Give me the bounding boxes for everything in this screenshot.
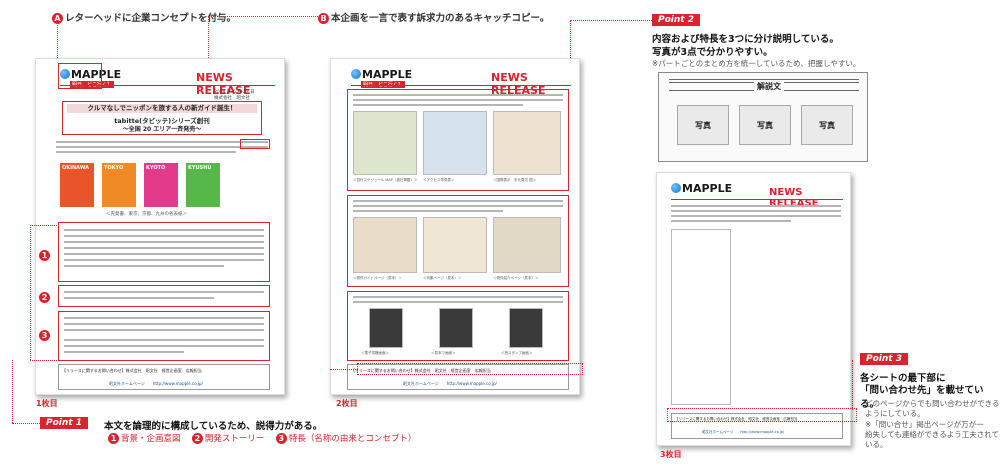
diagram-photo-3: 写真: [801, 105, 853, 145]
section-marker-3: 3: [39, 330, 50, 341]
section-marker-2: 2: [39, 292, 50, 303]
screenshot-map-3: [493, 111, 561, 175]
point1-tag: Point 1: [40, 417, 88, 429]
screenshot-map-2: [423, 111, 487, 175]
phone-screen-3: [509, 308, 543, 348]
globe-icon: [351, 69, 361, 79]
phone-screen-2: [439, 308, 473, 348]
sheet-2: MAPPLE 明日、どこ行く？ NEWS RELEASE ＜週行スケジュール M…: [330, 58, 580, 395]
point3-note5: いる。: [865, 440, 888, 449]
phone-screen-1: [369, 308, 403, 348]
book-cover-kyoto: KYOTO: [144, 163, 178, 207]
contact-footer: 【リリースに関するお問い合わせ】株式会社 昭文社 経営企画室 広報担当 昭文社ホ…: [58, 364, 270, 390]
book-cover-kyushu: KYUSHU: [186, 163, 220, 207]
point1-items: 1 背景・企画意図 2 開発ストーリー 3 特長（名称の由来とコンセプト）: [108, 432, 416, 444]
section-2-box: [58, 285, 270, 307]
section-marker-1: 1: [39, 250, 50, 261]
book-cover-tokyo: TOKYO: [102, 163, 136, 207]
point2-note: ※パートごとのまとめ方を統一しているため、把握しやすい。: [652, 59, 861, 68]
globe-icon: [671, 183, 681, 193]
footer-highlight-2: [357, 363, 583, 375]
screenshot-page-2: [423, 217, 487, 273]
book-cover-okinawa: OKINAWA: [60, 163, 94, 207]
point2-line2: 写真が3点で分かりやすい。: [652, 47, 773, 58]
headline-box: クルマなしでニッポンを旅する人の新ガイド誕生！ tabitte(タビッテ)シリー…: [62, 101, 262, 135]
sheet-3-label: 3枚目: [660, 450, 682, 459]
callout-b: B 本企画を一言で表す訴求力のあるキャッチコピー。: [318, 10, 549, 24]
sheet-2-label: 2枚目: [336, 399, 358, 408]
diagram-photo-2: 写真: [739, 105, 791, 145]
sheet-1-label: 1枚目: [36, 399, 58, 408]
point1-text: 本文を論理的に構成しているため、説得力がある。: [104, 421, 323, 432]
diagram-caption: 解説文: [754, 81, 784, 92]
point3-tag: Point 3: [860, 353, 908, 365]
screenshot-map-1: [353, 111, 417, 175]
screenshot-page-1: [353, 217, 417, 273]
sheet-3: MAPPLE NEWS RELEASE 【リリースに関するお問い合わせ】株式会社…: [656, 172, 851, 446]
mapple-logo-2: MAPPLE: [351, 68, 412, 81]
callout-a-box: [58, 63, 102, 89]
diagram-photo-1: 写真: [677, 105, 729, 145]
product-table: [671, 229, 731, 405]
section-1-box: [58, 222, 270, 282]
sheet-1: MAPPLE 明日、どこ行く？ NEWS RELEASE 2014 年 6 月 …: [35, 58, 285, 395]
mapple-logo-3: MAPPLE: [671, 182, 732, 195]
point3-note2: ようにしている。: [865, 409, 925, 418]
point2-line1: 内容および特長を3つに分け説明している。: [652, 34, 839, 45]
point2-tag: Point 2: [652, 14, 700, 26]
point2-diagram: 解説文 写真 写真 写真: [658, 72, 868, 162]
footer-highlight-3: [667, 408, 857, 422]
screenshot-page-3: [493, 217, 561, 273]
